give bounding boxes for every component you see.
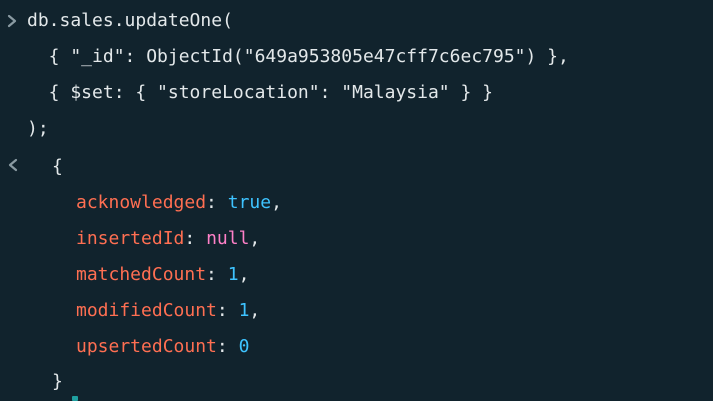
output-open-brace: { (52, 156, 63, 177)
chevron-left-icon (8, 158, 18, 172)
output-field-insertedId: insertedId: null, (76, 227, 260, 251)
field-colon: : (216, 300, 239, 321)
field-value: 1 (238, 300, 250, 321)
field-value: true (227, 192, 272, 213)
field-comma: , (249, 228, 261, 249)
output-close-brace: } (52, 371, 63, 392)
scroll-marker (72, 396, 78, 401)
chevron-right-icon (7, 14, 17, 28)
field-comma: , (249, 300, 261, 321)
input-line-4: ); (27, 118, 49, 139)
output-field-upsertedCount: upsertedCount: 0 (76, 335, 249, 359)
field-colon: : (206, 192, 228, 213)
field-colon: : (206, 264, 228, 285)
output-field-modifiedCount: modifiedCount: 1, (76, 299, 260, 323)
output-field-matchedCount: matchedCount: 1, (76, 263, 249, 287)
field-colon: : (184, 228, 207, 249)
field-key: modifiedCount (76, 300, 217, 321)
field-key: upsertedCount (76, 336, 217, 357)
output-field-acknowledged: acknowledged: true, (76, 191, 282, 215)
field-key: acknowledged (76, 192, 207, 213)
input-line-2: { "_id": ObjectId("649a953805e47cff7c6ec… (27, 46, 569, 67)
field-colon: : (216, 336, 239, 357)
field-value: 1 (227, 264, 239, 285)
input-line-3: { $set: { "storeLocation": "Malaysia" } … (27, 82, 493, 103)
field-value: 0 (238, 336, 250, 357)
field-key: matchedCount (76, 264, 207, 285)
field-value: null (206, 228, 250, 249)
field-comma: , (271, 192, 282, 213)
field-comma: , (238, 264, 250, 285)
input-line-1: db.sales.updateOne( (27, 10, 233, 31)
field-key: insertedId (76, 228, 185, 249)
